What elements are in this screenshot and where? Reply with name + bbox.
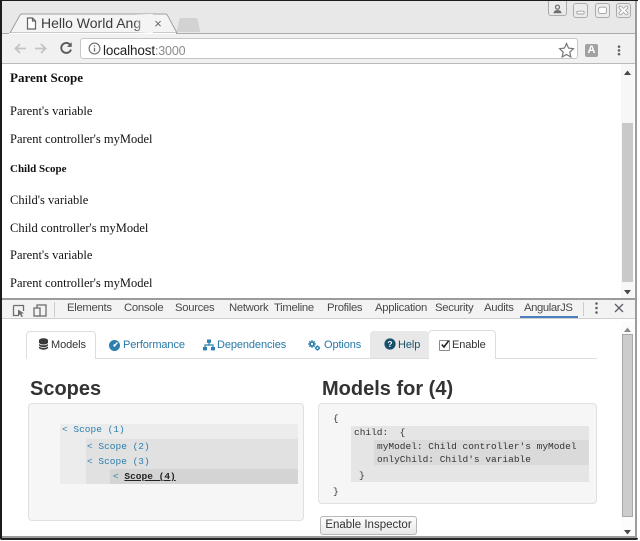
svg-text:?: ? <box>387 339 392 349</box>
